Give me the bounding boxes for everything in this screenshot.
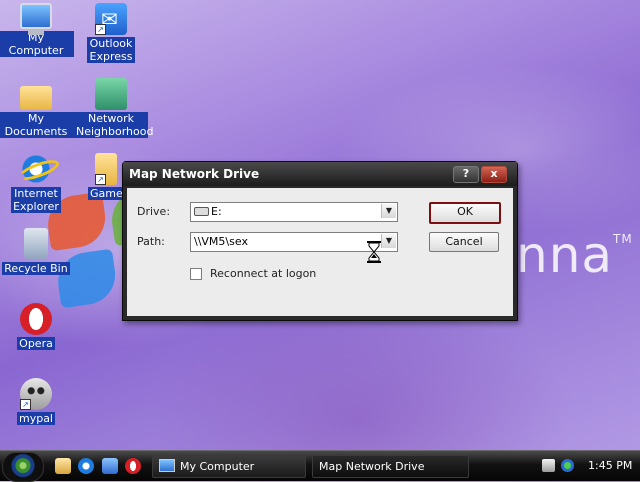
desktop-icon-label: Game: [88, 187, 124, 200]
mypal-icon: ↗: [20, 378, 52, 410]
desktop-icon-recycle-bin[interactable]: Recycle Bin: [0, 228, 74, 275]
my-computer-icon: [159, 459, 175, 472]
desktop-icon-label: Opera: [17, 337, 55, 350]
recycle-bin-icon: [24, 228, 48, 260]
quick-launch-show-desktop-icon[interactable]: [55, 458, 71, 474]
dialog-title: Map Network Drive: [129, 167, 260, 181]
desktop-icon-mypal[interactable]: ↗ mypal: [0, 378, 74, 425]
start-button[interactable]: [2, 452, 44, 482]
wallpaper-brand-text: nnaTM: [516, 226, 633, 284]
desktop-icon-game[interactable]: ↗ Game: [88, 153, 124, 200]
dialog-titlebar[interactable]: Map Network Drive ? x: [123, 162, 517, 186]
taskbar-clock[interactable]: 1:45 PM: [588, 459, 632, 472]
ok-button[interactable]: OK: [429, 202, 501, 224]
close-button[interactable]: x: [481, 166, 507, 183]
my-documents-icon: [20, 86, 52, 110]
reconnect-checkbox[interactable]: [190, 268, 202, 280]
network-drive-icon: [194, 207, 209, 216]
taskbar-item-label: My Computer: [180, 460, 255, 473]
desktop-icon-my-documents[interactable]: My Documents: [0, 78, 74, 138]
game-icon: ↗: [95, 153, 117, 185]
desktop-icon-outlook-express[interactable]: ↗ Outlook Express: [73, 3, 149, 63]
desktop-icon-opera[interactable]: Opera: [0, 303, 74, 350]
drive-dropdown-arrow-icon[interactable]: ▼: [381, 204, 396, 218]
outlook-express-icon: ↗: [95, 3, 127, 35]
opera-icon: [20, 303, 52, 335]
dialog-body: Drive: E: ▼ Path: \\VM5\sex ▼ Reconnect …: [127, 188, 513, 316]
path-dropdown-arrow-icon[interactable]: ▼: [381, 234, 396, 248]
desktop-icon-internet-explorer[interactable]: Internet Explorer: [0, 153, 74, 213]
cancel-button[interactable]: Cancel: [429, 232, 499, 252]
taskbar-item-label: Map Network Drive: [319, 460, 425, 473]
network-neighborhood-icon: [95, 78, 127, 110]
my-computer-icon: [20, 3, 52, 35]
desktop-icon-label: mypal: [16, 412, 55, 425]
reconnect-label[interactable]: Reconnect at logon: [210, 267, 316, 280]
taskbar-item-map-network-drive[interactable]: Map Network Drive: [312, 455, 469, 478]
quick-launch-my-computer-icon[interactable]: [102, 458, 118, 474]
hourglass-cursor-icon: [367, 241, 381, 263]
tray-network-icon[interactable]: [542, 459, 555, 472]
desktop-icon-label: Outlook Express: [87, 37, 135, 63]
drive-label: Drive:: [137, 205, 171, 218]
taskbar: My Computer Map Network Drive 1:45 PM: [0, 450, 640, 482]
desktop-icon-label: Internet Explorer: [11, 187, 61, 213]
quick-launch-internet-explorer-icon[interactable]: [78, 458, 94, 474]
map-network-drive-dialog: Map Network Drive ? x Drive: E: ▼ Path: …: [122, 161, 518, 321]
path-value: \\VM5\sex: [194, 235, 248, 248]
drive-combobox[interactable]: E: ▼: [190, 202, 398, 222]
path-label: Path:: [137, 235, 165, 248]
tray-connection-icon[interactable]: [561, 459, 574, 472]
desktop-icon-label: Network Neighborhood: [74, 112, 154, 138]
help-button[interactable]: ?: [453, 166, 479, 183]
desktop-icon-label: My Documents: [0, 112, 74, 138]
desktop-icon-network-neighborhood[interactable]: Network Neighborhood: [73, 78, 154, 138]
drive-value: E:: [211, 205, 222, 218]
desktop-icon-label: Recycle Bin: [2, 262, 70, 275]
taskbar-item-my-computer[interactable]: My Computer: [152, 455, 306, 478]
quick-launch-opera-icon[interactable]: [125, 458, 141, 474]
desktop-icon-my-computer[interactable]: My Computer: [0, 3, 74, 57]
internet-explorer-icon: [20, 153, 52, 185]
